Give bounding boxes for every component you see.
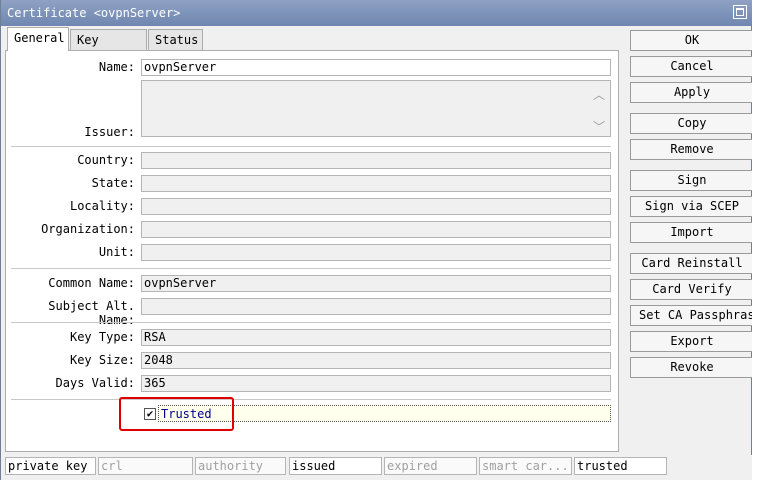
key-type-field[interactable]: RSA bbox=[141, 329, 611, 346]
issuer-label: Issuer: bbox=[84, 125, 135, 139]
highlight-annotation bbox=[119, 397, 234, 431]
common-name-field[interactable]: ovpnServer bbox=[141, 275, 611, 292]
key-size-label: Key Size: bbox=[69, 353, 135, 367]
status-smart-card: smart car... bbox=[479, 457, 572, 475]
export-button[interactable]: Export bbox=[630, 331, 754, 352]
status-private-key: private key bbox=[5, 457, 96, 475]
status-crl: crl bbox=[98, 457, 193, 475]
up-chevron-icon[interactable]: ︿ bbox=[593, 86, 605, 103]
days-valid-field[interactable]: 365 bbox=[141, 375, 611, 392]
locality-field[interactable] bbox=[141, 198, 611, 215]
state-field[interactable] bbox=[141, 175, 611, 192]
sign-via-scep-button[interactable]: Sign via SCEP bbox=[630, 196, 754, 217]
card-reinstall-button[interactable]: Card Reinstall bbox=[630, 253, 754, 274]
status-expired: expired bbox=[384, 457, 477, 475]
set-ca-passphrase-button[interactable]: Set CA Passphrase bbox=[630, 305, 754, 326]
maximize-icon[interactable] bbox=[733, 5, 747, 19]
status-trusted: trusted bbox=[574, 457, 667, 475]
locality-label: Locality: bbox=[69, 199, 135, 213]
copy-button[interactable]: Copy bbox=[630, 113, 754, 134]
down-chevron-icon[interactable]: ﹀ bbox=[593, 118, 605, 135]
name-field[interactable]: ovpnServer bbox=[141, 59, 611, 76]
subject-alt-name-field[interactable] bbox=[141, 298, 611, 315]
divider bbox=[11, 146, 611, 147]
ok-button[interactable]: OK bbox=[630, 30, 754, 51]
tab-general[interactable]: General bbox=[7, 27, 69, 51]
state-label: State: bbox=[91, 176, 135, 190]
status-issued: issued bbox=[289, 457, 382, 475]
unit-field[interactable] bbox=[141, 244, 611, 261]
import-button[interactable]: Import bbox=[630, 222, 754, 243]
status-bar: private key crl authority issued expired… bbox=[1, 455, 753, 480]
remove-button[interactable]: Remove bbox=[630, 139, 754, 160]
cancel-button[interactable]: Cancel bbox=[630, 56, 754, 77]
country-label: Country: bbox=[77, 153, 135, 167]
revoke-button[interactable]: Revoke bbox=[630, 357, 754, 378]
common-name-label: Common Name: bbox=[48, 276, 135, 290]
unit-label: Unit: bbox=[98, 245, 135, 259]
window-title: Certificate <ovpnServer> bbox=[7, 6, 181, 20]
name-label: Name: bbox=[98, 60, 135, 74]
sign-button[interactable]: Sign bbox=[630, 170, 754, 191]
certificate-window: Certificate <ovpnServer> General Key Usa… bbox=[0, 0, 754, 480]
divider bbox=[11, 399, 611, 400]
tab-key-usage[interactable]: Key Usage bbox=[70, 29, 147, 67]
issuer-field[interactable]: ︿ ﹀ bbox=[141, 80, 611, 137]
divider bbox=[11, 322, 611, 323]
country-field[interactable] bbox=[141, 152, 611, 169]
apply-button[interactable]: Apply bbox=[630, 82, 754, 103]
organization-label: Organization: bbox=[41, 222, 135, 236]
card-verify-button[interactable]: Card Verify bbox=[630, 279, 754, 300]
status-authority: authority bbox=[195, 457, 286, 475]
background bbox=[752, 0, 775, 480]
tab-status[interactable]: Status bbox=[148, 29, 203, 51]
key-type-label: Key Type: bbox=[69, 330, 135, 344]
divider bbox=[11, 268, 611, 269]
organization-field[interactable] bbox=[141, 221, 611, 238]
days-valid-label: Days Valid: bbox=[55, 376, 135, 390]
key-size-field[interactable]: 2048 bbox=[141, 352, 611, 369]
title-bar: Certificate <ovpnServer> bbox=[1, 0, 753, 26]
